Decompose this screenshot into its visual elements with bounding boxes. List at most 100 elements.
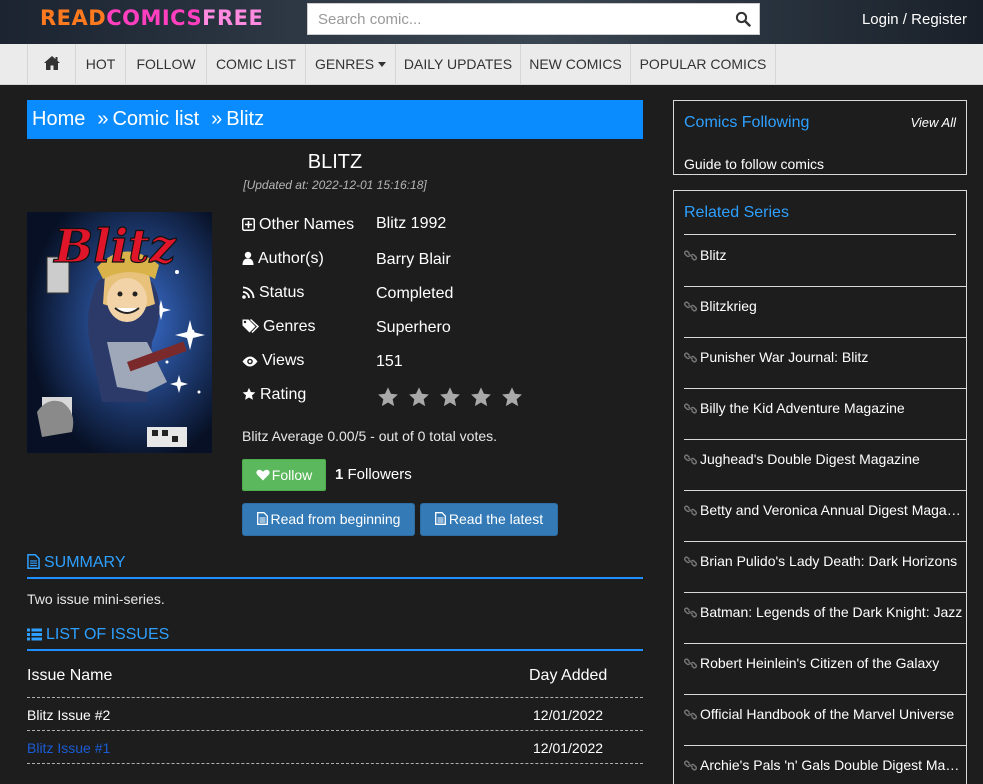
related-series-label: Jughead's Double Digest Magazine	[700, 451, 920, 467]
status-value: Completed	[376, 285, 454, 302]
cover-title-text: Blitz	[52, 219, 176, 273]
comic-title: BLITZ	[307, 151, 363, 173]
file-text-icon	[256, 512, 268, 525]
rating-star-icon[interactable]	[469, 386, 493, 408]
related-series-label: Batman: Legends of the Dark Knight: Jazz	[700, 604, 963, 620]
read-latest-label: Read the latest	[448, 511, 544, 527]
related-series-item[interactable]: Betty and Veronica Annual Digest Magazin…	[684, 502, 966, 518]
rating-star-icon[interactable]	[500, 386, 524, 408]
divider	[684, 234, 956, 235]
login-register-link[interactable]: Login / Register	[862, 11, 967, 28]
read-from-beginning-button[interactable]: Read from beginning	[242, 503, 415, 536]
col-day-added: Day Added	[529, 667, 608, 684]
link-icon	[684, 607, 697, 618]
rating-star-icon[interactable]	[376, 386, 400, 408]
views-label: Views	[242, 352, 304, 370]
nav-home[interactable]	[27, 44, 76, 85]
authors-label: Author(s)	[242, 250, 324, 268]
issue-date: 12/01/2022	[533, 707, 604, 723]
divider	[684, 541, 966, 542]
comics-following-panel: Comics Following View All Guide to follo…	[673, 100, 967, 175]
site-logo[interactable]: READCOMICSFREE	[40, 6, 263, 30]
rating-average: Blitz Average 0.00/5 - out of 0 total vo…	[242, 428, 498, 444]
logo-read: READ	[40, 6, 107, 30]
nav-popular-comics[interactable]: POPULAR COMICS	[631, 44, 776, 85]
nav-daily-updates[interactable]: DAILY UPDATES	[396, 44, 521, 85]
star-icon	[242, 387, 256, 400]
link-icon	[684, 250, 697, 261]
tags-icon	[242, 318, 260, 334]
related-series-item[interactable]: Archie's Pals 'n' Gals Double Digest Mag…	[684, 757, 966, 773]
other-names-value: Blitz 1992	[376, 215, 447, 232]
related-series-item[interactable]: Batman: Legends of the Dark Knight: Jazz	[684, 604, 966, 620]
rating-label: Rating	[242, 386, 306, 404]
issue-link[interactable]: Blitz Issue #2	[27, 707, 110, 723]
view-all-link[interactable]: View All	[910, 115, 956, 130]
follow-button[interactable]: Follow	[242, 459, 326, 491]
divider	[684, 439, 966, 440]
status-label-text: Status	[259, 284, 305, 301]
related-series-label: Robert Heinlein's Citizen of the Galaxy	[700, 655, 940, 671]
updated-at: [Updated at: 2022-12-01 15:16:18]	[243, 178, 427, 192]
comics-following-title: Comics Following	[684, 114, 810, 131]
search-input[interactable]	[308, 4, 718, 34]
authors-value[interactable]: Barry Blair	[376, 251, 451, 269]
user-icon	[242, 251, 254, 265]
rating-star-icon[interactable]	[438, 386, 462, 408]
read-latest-button[interactable]: Read the latest	[420, 503, 558, 536]
breadcrumb-sep: »	[211, 108, 223, 130]
rating-stars[interactable]	[376, 386, 531, 413]
link-icon	[684, 709, 697, 720]
genres-value[interactable]: Superhero	[376, 319, 451, 337]
caret-down-icon	[378, 62, 387, 67]
related-series-item[interactable]: Brian Pulido's Lady Death: Dark Horizons	[684, 553, 966, 569]
divider	[684, 592, 966, 593]
read-from-beginning-label: Read from beginning	[270, 511, 401, 527]
file-text-icon	[434, 512, 446, 525]
related-series-label: Betty and Veronica Annual Digest Magazin…	[700, 502, 966, 518]
related-series-item[interactable]: Billy the Kid Adventure Magazine	[684, 400, 966, 416]
nav-new-comics[interactable]: NEW COMICS	[521, 44, 631, 85]
other-names-label: Other Names	[242, 216, 354, 234]
followers-count: 1 Followers	[335, 466, 412, 483]
related-series-title: Related Series	[684, 204, 789, 221]
list-icon	[27, 628, 42, 641]
nav-genres[interactable]: GENRES	[306, 44, 396, 85]
genres-label: Genres	[242, 318, 315, 336]
related-series-item[interactable]: Punisher War Journal: Blitz	[684, 349, 966, 365]
related-series-label: Billy the Kid Adventure Magazine	[700, 400, 905, 416]
plus-square-icon	[242, 218, 255, 231]
nav-hot[interactable]: HOT	[76, 44, 126, 85]
nav-comic-list[interactable]: COMIC LIST	[207, 44, 306, 85]
summary-heading: SUMMARY	[27, 554, 643, 579]
related-series-item[interactable]: Official Handbook of the Marvel Universe	[684, 706, 966, 722]
breadcrumb-sep: »	[97, 108, 109, 130]
breadcrumb-comic-list[interactable]: Comic list	[112, 108, 199, 130]
rating-label-text: Rating	[260, 386, 307, 403]
authors-label-text: Author(s)	[258, 250, 324, 267]
divider	[684, 490, 966, 491]
rss-icon	[242, 286, 255, 299]
related-series-item[interactable]: Blitzkrieg	[684, 298, 966, 314]
link-icon	[684, 556, 697, 567]
related-series-item[interactable]: Jughead's Double Digest Magazine	[684, 451, 966, 467]
related-series-item[interactable]: Blitz	[684, 247, 966, 263]
issue-date: 12/01/2022	[533, 740, 604, 756]
related-series-label: Official Handbook of the Marvel Universe	[700, 706, 955, 722]
main-nav: HOT FOLLOW COMIC LIST GENRES DAILY UPDAT…	[0, 44, 983, 85]
breadcrumb-current[interactable]: Blitz	[226, 108, 264, 130]
link-icon	[684, 403, 697, 414]
file-text-icon	[27, 554, 40, 569]
summary-heading-text: SUMMARY	[44, 554, 126, 571]
issues-heading: LIST OF ISSUES	[27, 626, 643, 651]
nav-follow[interactable]: FOLLOW	[126, 44, 207, 85]
rating-star-icon[interactable]	[407, 386, 431, 408]
logo-comics: COMICS	[106, 6, 203, 30]
related-series-item[interactable]: Robert Heinlein's Citizen of the Galaxy	[684, 655, 966, 671]
search-icon[interactable]	[735, 11, 751, 27]
breadcrumb-home[interactable]: Home	[32, 108, 85, 130]
guide-link[interactable]: Guide to follow comics	[684, 156, 824, 172]
issue-link[interactable]: Blitz Issue #1	[27, 740, 110, 756]
col-issue-name: Issue Name	[27, 667, 113, 684]
related-series-label: Punisher War Journal: Blitz	[700, 349, 869, 365]
